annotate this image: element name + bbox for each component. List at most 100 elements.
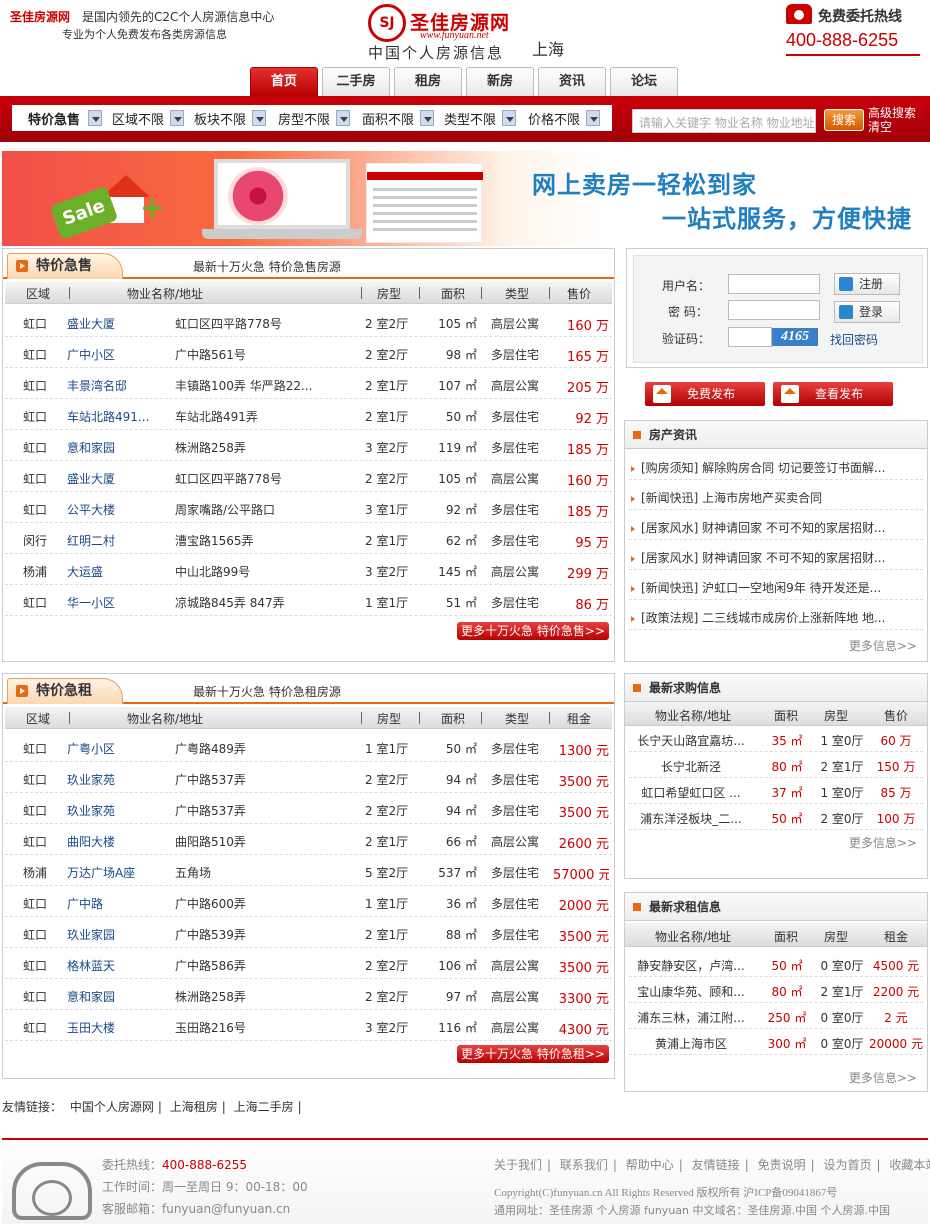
city-label[interactable]: 上海 [532, 36, 564, 60]
filter-area[interactable]: 面积不限 [358, 109, 434, 128]
login-button[interactable]: 登录 [834, 301, 900, 323]
cell-name[interactable]: 意和家园 [67, 439, 157, 456]
advanced-search-link[interactable]: 高级搜索 [868, 106, 916, 120]
cell-name[interactable]: 静安静安区，卢湾... [629, 957, 753, 974]
cell-name[interactable]: 公平大楼 [67, 501, 157, 518]
cell-name[interactable]: 广中路 [67, 895, 157, 912]
table-row[interactable]: 虹口 格林蓝天 广中路586弄 2 室2厅 106 ㎡高层公寓 3500 元 [5, 948, 612, 979]
cell-name[interactable]: 丰景湾名邸 [67, 377, 157, 394]
table-row[interactable]: 虹口 公平大楼 周家嘴路/公平路口 3 室1厅 92 ㎡多层住宅 185 万 [5, 492, 612, 523]
table-row[interactable]: 闵行 红明二村 漕宝路1565弄 2 室1厅 62 ㎡多层住宅 95 万 [5, 523, 612, 554]
filter-block[interactable]: 板块不限 [190, 109, 266, 128]
news-item[interactable]: [居家风水] 财神请回家 不可不知的家居招财... [631, 519, 911, 536]
cell-name[interactable]: 广粤小区 [67, 740, 157, 757]
footer-link-homepage[interactable]: 设为首页 [823, 1158, 871, 1172]
table-row[interactable]: 虹口 车站北路491... 车站北路491弄 2 室1厅 50 ㎡多层住宅 92 万 [5, 399, 612, 430]
table-row[interactable]: 虹口 意和家园 株洲路258弄 2 室2厅 97 ㎡高层公寓 3300 元 [5, 979, 612, 1010]
password-input[interactable] [728, 300, 820, 320]
table-row[interactable]: 杨浦 大运盛 中山北路99号 3 室2厅 145 ㎡高层公寓 299 万 [5, 554, 612, 585]
register-button[interactable]: 注册 [834, 273, 900, 295]
table-row[interactable]: 虹口 盛业大厦 虹口区四平路778号 2 室2厅 105 ㎡高层公寓 160 万 [5, 461, 612, 492]
footer-link-about[interactable]: 关于我们 [494, 1158, 542, 1172]
captcha-image[interactable]: 4165 [772, 328, 818, 346]
cell-name[interactable]: 意和家园 [67, 988, 157, 1005]
more-buy-link[interactable]: 更多信息>> [849, 834, 917, 851]
cell-name[interactable]: 华一小区 [67, 594, 157, 611]
cell-name[interactable]: 黄浦上海市区 [629, 1035, 753, 1052]
news-item[interactable]: [政策法规] 二三线城市成房价上涨新阵地 地... [631, 609, 911, 626]
list-item[interactable]: 长宁北新泾 80 ㎡ 2 室1厅 150 万 [629, 752, 923, 778]
friend-link[interactable]: 中国个人房源网 [70, 1100, 154, 1114]
more-news-link[interactable]: 更多信息>> [849, 637, 917, 654]
logo[interactable]: SJ 圣佳房源网 www.funyuan.net 中国个人房源信息 [368, 4, 538, 62]
friend-link[interactable]: 上海二手房 [234, 1100, 294, 1114]
cell-name[interactable]: 玖业家苑 [67, 771, 157, 788]
captcha-input[interactable] [728, 327, 772, 347]
table-row[interactable]: 虹口 玉田大楼 玉田路216号 3 室2厅 116 ㎡高层公寓 4300 元 [5, 1010, 612, 1041]
table-row[interactable]: 虹口 华一小区 凉城路845弄 847弄 1 室1厅 51 ㎡多层住宅 86 万 [5, 585, 612, 616]
cell-name[interactable]: 浦东三林，浦江附... [629, 1009, 753, 1026]
free-publish-button[interactable]: 免费发布 [645, 382, 765, 406]
table-row[interactable]: 杨浦 万达广场A座 五角场 5 室2厅 537 ㎡多层住宅 57000 元 [5, 855, 612, 886]
list-item[interactable]: 宝山康华苑、顾和... 80 ㎡ 2 室1厅 2200 元 [629, 977, 923, 1003]
table-row[interactable]: 虹口 玖业家苑 广中路537弄 2 室2厅 94 ㎡多层住宅 3500 元 [5, 762, 612, 793]
cell-name[interactable]: 长宁北新泾 [629, 758, 753, 775]
list-item[interactable]: 静安静安区，卢湾... 50 ㎡ 0 室0厅 4500 元 [629, 951, 923, 977]
filter-layout[interactable]: 房型不限 [274, 109, 350, 128]
cell-name[interactable]: 广中小区 [67, 346, 157, 363]
footer-link-help[interactable]: 帮助中心 [626, 1158, 674, 1172]
cell-name[interactable]: 红明二村 [67, 532, 157, 549]
cell-name[interactable]: 盛业大厦 [67, 470, 157, 487]
cell-name[interactable]: 玖业家园 [67, 926, 157, 943]
list-item[interactable]: 浦东三林，浦江附... 250 ㎡ 0 室0厅 2 元 [629, 1003, 923, 1029]
more-rent-button[interactable]: 更多十万火急 特价急租>> [457, 1045, 609, 1063]
table-row[interactable]: 虹口 广中小区 广中路561号 2 室2厅 98 ㎡多层住宅 165 万 [5, 337, 612, 368]
friend-link[interactable]: 上海租房 [170, 1100, 218, 1114]
cell-name[interactable]: 格林蓝天 [67, 957, 157, 974]
cell-name[interactable]: 车站北路491... [67, 408, 157, 425]
cell-name[interactable]: 万达广场A座 [67, 864, 157, 881]
footer-link-bookmark[interactable]: 收藏本站 [889, 1158, 930, 1172]
news-item[interactable]: [新闻快迅] 上海市房地产买卖合同 [631, 489, 911, 506]
cell-name[interactable]: 曲阳大楼 [67, 833, 157, 850]
list-item[interactable]: 黄浦上海市区 300 ㎡ 0 室0厅 20000 元 [629, 1029, 923, 1055]
filter-listing-type[interactable]: 特价急售 [24, 109, 102, 128]
site-name[interactable]: 圣佳房源网 [10, 8, 70, 25]
table-row[interactable]: 虹口 玖业家园 广中路539弄 2 室1厅 88 ㎡多层住宅 3500 元 [5, 917, 612, 948]
tab-news[interactable]: 资讯 [538, 67, 606, 96]
tab-rent[interactable]: 租房 [394, 67, 462, 96]
table-row[interactable]: 虹口 广中路 广中路600弄 1 室1厅 36 ㎡多层住宅 2000 元 [5, 886, 612, 917]
news-item[interactable]: [新闻快迅] 沪虹口一空地闲9年 待开发还是... [631, 579, 911, 596]
view-publish-button[interactable]: 查看发布 [773, 382, 893, 406]
table-row[interactable]: 虹口 广粤小区 广粤路489弄 1 室1厅 50 ㎡多层住宅 1300 元 [5, 731, 612, 762]
cell-name[interactable]: 玖业家苑 [67, 802, 157, 819]
table-row[interactable]: 虹口 曲阳大楼 曲阳路510弄 2 室1厅 66 ㎡高层公寓 2600 元 [5, 824, 612, 855]
table-row[interactable]: 虹口 玖业家苑 广中路537弄 2 室2厅 94 ㎡多层住宅 3500 元 [5, 793, 612, 824]
tab-second-hand[interactable]: 二手房 [322, 67, 390, 96]
forgot-password-link[interactable]: 找回密码 [830, 331, 878, 348]
tab-new-house[interactable]: 新房 [466, 67, 534, 96]
table-row[interactable]: 虹口 意和家园 株洲路258弄 3 室2厅 119 ㎡多层住宅 185 万 [5, 430, 612, 461]
table-row[interactable]: 虹口 丰景湾名邸 丰镇路100弄 华严路22... 2 室1厅 107 ㎡高层公寓 205… [5, 368, 612, 399]
list-item[interactable]: 虹口希望虹口区 ... 37 ㎡ 1 室0厅 85 万 [629, 778, 923, 804]
list-item[interactable]: 长宁天山路宜嘉坊... 35 ㎡ 1 室0厅 60 万 [629, 726, 923, 752]
filter-type[interactable]: 类型不限 [440, 109, 516, 128]
filter-district[interactable]: 区域不限 [108, 109, 184, 128]
cell-name[interactable]: 玉田大楼 [67, 1019, 157, 1036]
news-item[interactable]: [购房须知] 解除购房合同 切记要签订书面解... [631, 459, 911, 476]
list-item[interactable]: 浦东洋泾板块_二... 50 ㎡ 2 室0厅 100 万 [629, 804, 923, 830]
cell-name[interactable]: 浦东洋泾板块_二... [629, 810, 753, 827]
filter-price[interactable]: 价格不限 [524, 109, 600, 128]
table-row[interactable]: 虹口 盛业大厦 虹口区四平路778号 2 室2厅 105 ㎡高层公寓 160 万 [5, 306, 612, 337]
cell-name[interactable]: 长宁天山路宜嘉坊... [629, 732, 753, 749]
cell-name[interactable]: 宝山康华苑、顾和... [629, 983, 753, 1000]
search-input[interactable]: 请输入关键字 物业名称 物业地址 [632, 109, 816, 133]
cell-name[interactable]: 虹口希望虹口区 ... [629, 784, 753, 801]
clear-link[interactable]: 清空 [868, 120, 916, 134]
footer-link-disclaimer[interactable]: 免责说明 [758, 1158, 806, 1172]
more-rent-requests-link[interactable]: 更多信息>> [849, 1069, 917, 1086]
cell-name[interactable]: 盛业大厦 [67, 315, 157, 332]
cell-name[interactable]: 大运盛 [67, 563, 157, 580]
news-item[interactable]: [居家风水] 财神请回家 不可不知的家居招财... [631, 549, 911, 566]
tab-forum[interactable]: 论坛 [610, 67, 678, 96]
